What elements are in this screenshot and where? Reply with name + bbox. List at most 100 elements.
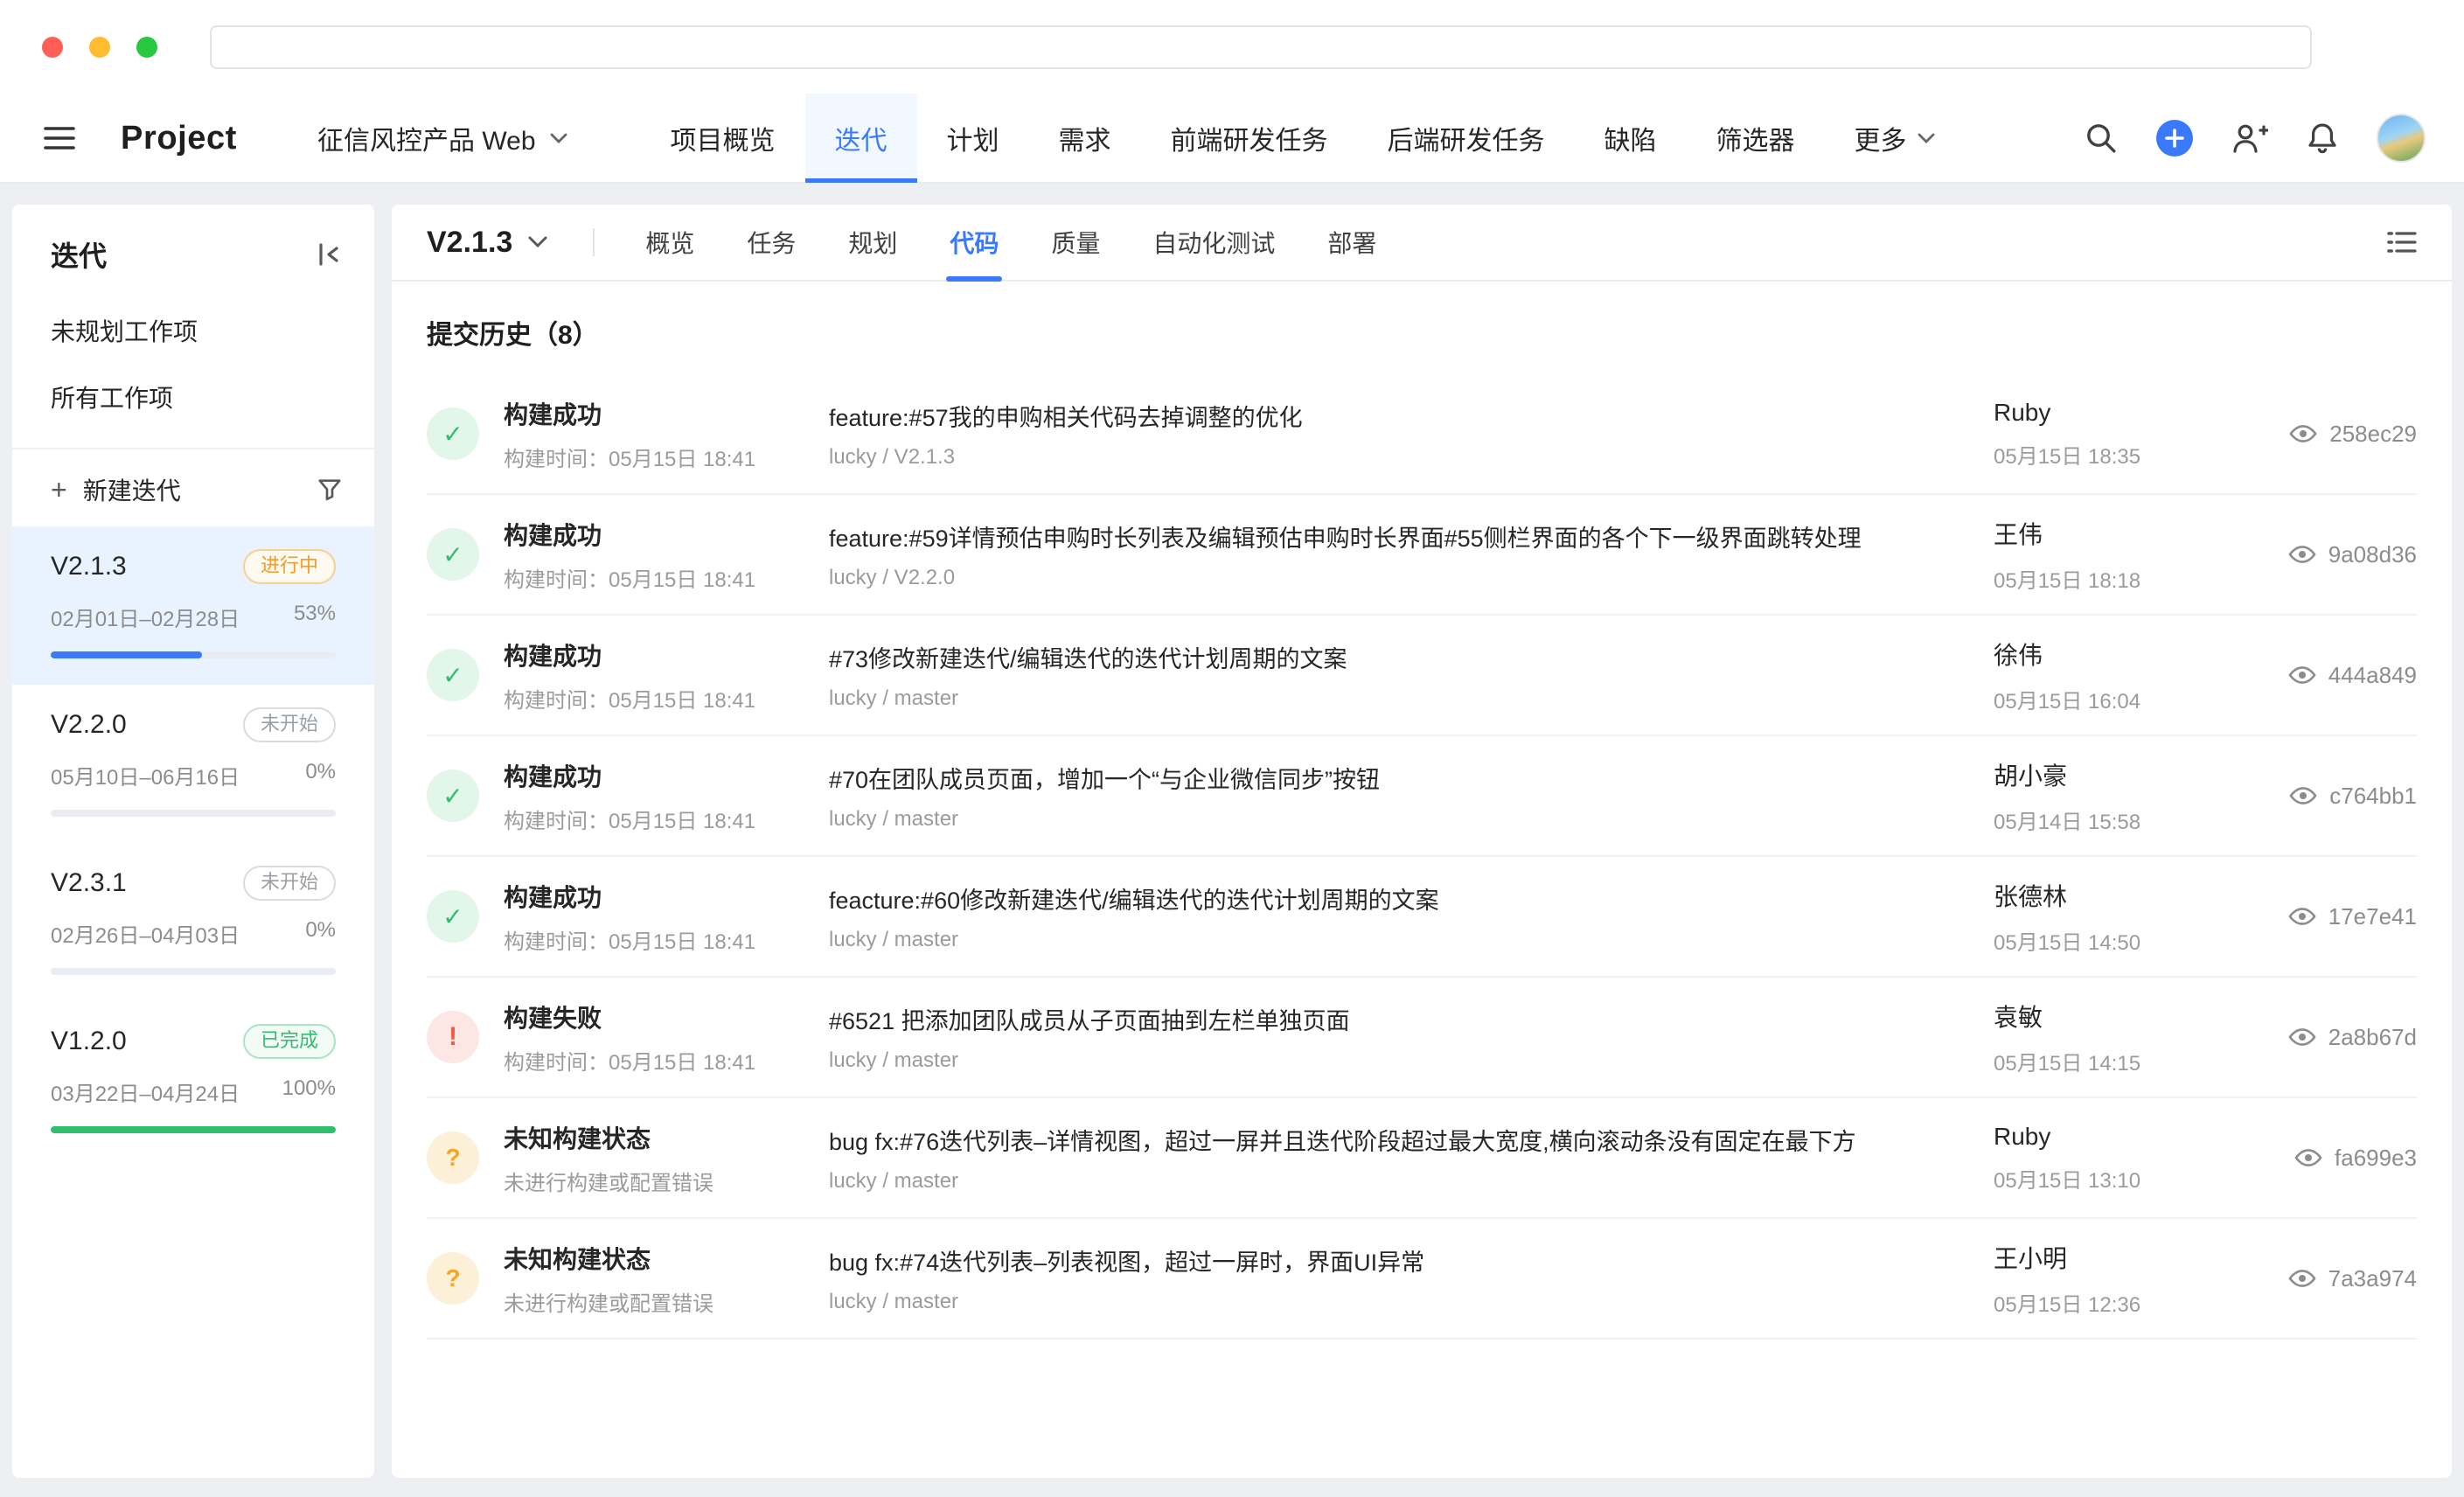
browser-address-bar[interactable]: [210, 25, 2312, 69]
iterations-sidebar: 迭代 未规划工作项 所有工作项 + 新建迭代 V2.1.3 进行中 02月01日…: [12, 205, 374, 1478]
new-iteration-button[interactable]: + 新建迭代: [12, 449, 374, 526]
iteration-card-v231[interactable]: V2.3.1 未开始 02月26日–04月03日 0%: [12, 843, 374, 1001]
iteration-card-v220[interactable]: V2.2.0 未开始 05月10日–06月16日 0%: [12, 685, 374, 843]
build-unknown-icon: ?: [427, 1131, 479, 1184]
commit-message[interactable]: feature:#57我的申购相关代码去掉调整的优化: [829, 399, 1994, 433]
hamburger-menu-icon[interactable]: [44, 126, 75, 150]
build-success-icon: ✓: [427, 649, 479, 701]
tab-planning[interactable]: 规划: [822, 205, 923, 280]
add-member-icon[interactable]: [2231, 123, 2268, 153]
nav-item-iteration[interactable]: 迭代: [805, 94, 917, 183]
commit-hash: 17e7e41: [2328, 903, 2417, 930]
commit-row[interactable]: ✓ 构建成功 构建时间：05月15日 18:41 #70在团队成员页面，增加一个…: [427, 736, 2417, 857]
commit-row[interactable]: ? 未知构建状态 未进行构建或配置错误 bug fx:#76迭代列表–详情视图，…: [427, 1098, 2417, 1219]
window-maximize-button[interactable]: [136, 37, 157, 58]
tab-automated-testing[interactable]: 自动化测试: [1126, 205, 1301, 280]
commit-hash-link[interactable]: 444a849: [2203, 662, 2417, 689]
tab-tasks[interactable]: 任务: [720, 205, 822, 280]
window-minimize-button[interactable]: [89, 37, 110, 58]
nav-item-filters[interactable]: 筛选器: [1687, 94, 1825, 183]
commit-message[interactable]: bug fx:#74迭代列表–列表视图，超过一屏时，界面UI异常: [829, 1243, 1994, 1278]
commit-row[interactable]: ! 构建失败 构建时间：05月15日 18:41 #6521 把添加团队成员从子…: [427, 978, 2417, 1098]
commit-hash: fa699e3: [2335, 1145, 2417, 1172]
iteration-dates: 05月10日–06月16日: [51, 760, 240, 790]
filter-funnel-icon[interactable]: [317, 477, 343, 503]
commit-message[interactable]: feature:#59详情预估申购时长列表及编辑预估申购时长界面#55侧栏界面的…: [829, 519, 1994, 554]
commit-hash-link[interactable]: fa699e3: [2203, 1145, 2417, 1172]
sidebar-item-all-items[interactable]: 所有工作项: [12, 364, 374, 430]
commit-author: 王伟: [1994, 516, 2203, 551]
commit-message[interactable]: #70在团队成员页面，增加一个“与企业微信同步”按钮: [829, 761, 1994, 795]
eye-icon: [2289, 423, 2317, 444]
commit-date: 05月15日 14:15: [1994, 1046, 2203, 1076]
iteration-percent: 53%: [294, 602, 336, 632]
commit-hash-link[interactable]: 17e7e41: [2203, 903, 2417, 930]
window-controls: [42, 37, 157, 58]
list-view-icon[interactable]: [2387, 229, 2417, 255]
commit-hash: 9a08d36: [2328, 541, 2417, 568]
project-selector-label: 征信风控产品 Web: [317, 119, 535, 157]
iteration-name: V2.3.1: [51, 868, 127, 898]
build-time: 构建时间：05月15日 18:41: [504, 683, 829, 714]
search-icon[interactable]: [2085, 122, 2118, 155]
notifications-bell-icon[interactable]: [2307, 122, 2338, 155]
iteration-card-v213[interactable]: V2.1.3 进行中 02月01日–02月28日 53%: [12, 526, 374, 685]
iteration-dates: 02月26日–04月03日: [51, 918, 240, 949]
build-status: 构建成功: [504, 517, 829, 552]
tab-overview[interactable]: 概览: [619, 205, 720, 280]
tab-quality[interactable]: 质量: [1025, 205, 1126, 280]
build-unknown-icon: ?: [427, 1252, 479, 1305]
commit-hash-link[interactable]: 2a8b67d: [2203, 1024, 2417, 1051]
iteration-tabs: 概览 任务 规划 代码 质量 自动化测试 部署: [619, 205, 1403, 280]
user-avatar[interactable]: [2377, 114, 2426, 163]
commit-message[interactable]: #73修改新建迭代/编辑迭代的迭代计划周期的文案: [829, 640, 1994, 674]
commit-row[interactable]: ✓ 构建成功 构建时间：05月15日 18:41 #73修改新建迭代/编辑迭代的…: [427, 616, 2417, 736]
tab-code[interactable]: 代码: [923, 205, 1025, 280]
tab-deployment[interactable]: 部署: [1301, 205, 1403, 280]
nav-item-plan[interactable]: 计划: [917, 94, 1029, 183]
nav-item-project-overview[interactable]: 项目概览: [641, 94, 805, 183]
commit-hash-link[interactable]: c764bb1: [2203, 783, 2417, 810]
commit-message[interactable]: feacture:#60修改新建迭代/编辑迭代的迭代计划周期的文案: [829, 881, 1994, 916]
build-time: 未进行构建或配置错误: [504, 1166, 829, 1196]
eye-icon: [2288, 544, 2316, 565]
iteration-card-v120[interactable]: V1.2.0 已完成 03月22日–04月24日 100%: [12, 1001, 374, 1159]
collapse-sidebar-icon[interactable]: [315, 240, 343, 268]
build-time: 构建时间：05月15日 18:41: [504, 562, 829, 593]
eye-icon: [2289, 785, 2317, 806]
commit-hash-link[interactable]: 7a3a974: [2203, 1265, 2417, 1292]
iteration-name: V2.2.0: [51, 710, 127, 740]
commit-branch: lucky / V2.1.3: [829, 445, 1994, 470]
commit-branch: lucky / master: [829, 807, 1994, 832]
iteration-percent: 0%: [305, 760, 336, 790]
commit-date: 05月15日 18:18: [1994, 563, 2203, 594]
iteration-title-selector[interactable]: V2.1.3: [427, 226, 547, 260]
commit-date: 05月15日 18:35: [1994, 439, 2203, 470]
commit-hash: c764bb1: [2329, 783, 2417, 810]
nav-item-more[interactable]: 更多: [1825, 94, 1965, 183]
window-close-button[interactable]: [42, 37, 63, 58]
commit-row[interactable]: ✓ 构建成功 构建时间：05月15日 18:41 feature:#57我的申购…: [427, 374, 2417, 495]
iteration-progress-bar: [51, 651, 336, 658]
sidebar-item-unplanned[interactable]: 未规划工作项: [12, 297, 374, 364]
eye-icon: [2294, 1147, 2322, 1168]
commit-row[interactable]: ✓ 构建成功 构建时间：05月15日 18:41 feature:#59详情预估…: [427, 495, 2417, 616]
commit-message[interactable]: #6521 把添加团队成员从子页面抽到左栏单独页面: [829, 1002, 1994, 1036]
project-selector[interactable]: 征信风控产品 Web: [317, 119, 567, 157]
commit-author: 徐伟: [1994, 637, 2203, 672]
header-actions: [2085, 114, 2426, 163]
nav-item-requirements[interactable]: 需求: [1029, 94, 1141, 183]
nav-item-backend-tasks[interactable]: 后端研发任务: [1358, 94, 1575, 183]
commit-hash-link[interactable]: 9a08d36: [2203, 541, 2417, 568]
nav-item-frontend-tasks[interactable]: 前端研发任务: [1141, 94, 1358, 183]
nav-item-defects[interactable]: 缺陷: [1575, 94, 1687, 183]
commit-row[interactable]: ✓ 构建成功 构建时间：05月15日 18:41 feacture:#60修改新…: [427, 857, 2417, 978]
build-time: 构建时间：05月15日 18:41: [504, 442, 829, 472]
create-new-button[interactable]: [2156, 120, 2193, 157]
build-status: 构建成功: [504, 758, 829, 793]
commit-message[interactable]: bug fx:#76迭代列表–详情视图，超过一屏并且迭代阶段超过最大宽度,横向滚…: [829, 1123, 1994, 1157]
commit-hash-link[interactable]: 258ec29: [2203, 421, 2417, 448]
commit-row[interactable]: ? 未知构建状态 未进行构建或配置错误 bug fx:#74迭代列表–列表视图，…: [427, 1219, 2417, 1340]
commit-date: 05月15日 12:36: [1994, 1287, 2203, 1318]
commit-branch: lucky / master: [829, 686, 1994, 711]
